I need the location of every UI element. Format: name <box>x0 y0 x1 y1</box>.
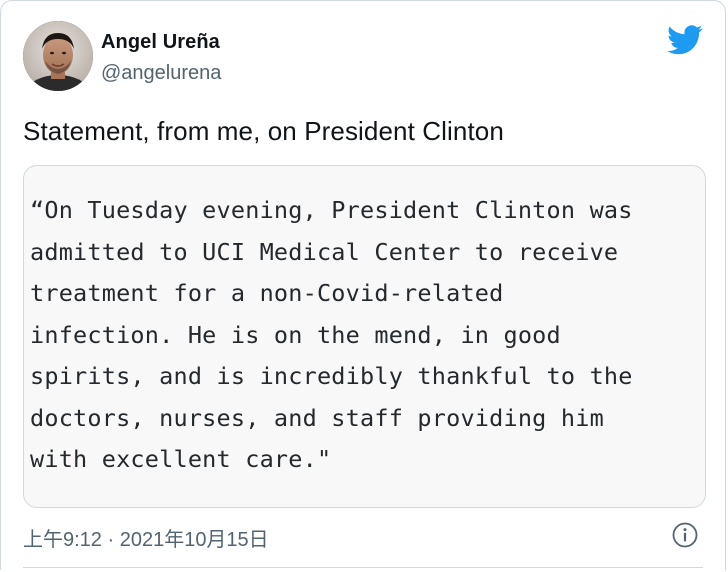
timestamp[interactable]: 上午9:12 · 2021年10月15日 <box>23 523 269 552</box>
info-icon[interactable] <box>672 522 698 548</box>
statement-image-text: “On Tuesday evening, President Clinton w… <box>30 196 633 473</box>
divider <box>23 567 703 568</box>
avatar-image <box>23 21 93 91</box>
author-handle[interactable]: @angelurena <box>101 62 221 85</box>
tweet-card[interactable]: Angel Ureña @angelurena Statement, from … <box>0 0 726 570</box>
author-name[interactable]: Angel Ureña <box>101 31 220 54</box>
statement-image[interactable]: “On Tuesday evening, President Clinton w… <box>23 165 706 508</box>
twitter-bird-icon[interactable] <box>667 25 703 55</box>
avatar[interactable] <box>23 21 93 91</box>
tweet-text: Statement, from me, on President Clinton <box>23 116 504 146</box>
